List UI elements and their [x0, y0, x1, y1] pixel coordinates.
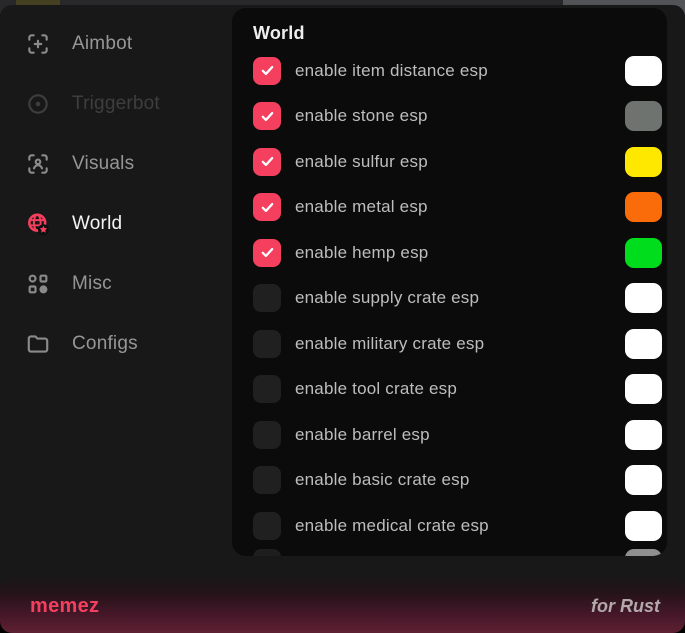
crosshair-icon: [25, 31, 51, 57]
folder-icon: [25, 331, 51, 357]
footer-bar: memez for Rust: [0, 575, 685, 633]
sidebar-nav: Aimbot Triggerbot Visuals World Misc Configs: [0, 9, 232, 374]
esp-row: enable stone esp: [232, 94, 667, 140]
color-swatch[interactable]: [625, 56, 662, 86]
sidebar-item-label: Triggerbot: [72, 93, 160, 115]
sidebar-item-visuals[interactable]: Visuals: [0, 134, 232, 194]
esp-row: enable item distance esp: [232, 48, 667, 94]
esp-option-label: enable military crate esp: [295, 334, 625, 354]
sidebar-item-configs[interactable]: Configs: [0, 314, 232, 374]
world-panel: World enable item distance esp enable sto…: [232, 8, 667, 556]
checkbox[interactable]: [253, 284, 281, 312]
esp-row: enable medical crate esp: [232, 503, 667, 549]
checkbox[interactable]: [253, 375, 281, 403]
sidebar-item-label: World: [72, 213, 122, 235]
esp-option-label: enable basic crate esp: [295, 470, 625, 490]
checkbox[interactable]: [253, 330, 281, 358]
checkbox[interactable]: [253, 102, 281, 130]
checkbox[interactable]: [253, 421, 281, 449]
color-swatch[interactable]: [625, 511, 662, 541]
person-scan-icon: [25, 151, 51, 177]
esp-option-label: enable hemp esp: [295, 243, 625, 263]
sidebar-item-label: Configs: [72, 333, 138, 355]
checkbox[interactable]: [253, 57, 281, 85]
esp-row: enable hemp esp: [232, 230, 667, 276]
screen: AimbotTriggerbotVisualsWorldMiscConfigs …: [0, 0, 685, 633]
color-swatch[interactable]: [625, 147, 662, 177]
brand-label: memez: [30, 591, 99, 618]
esp-option-label: enable tool crate esp: [295, 379, 625, 399]
esp-row: enable military crate esp: [232, 321, 667, 367]
checkbox[interactable]: [253, 549, 281, 557]
sidebar-item-label: Visuals: [72, 153, 134, 175]
sidebar-item-aimbot[interactable]: Aimbot: [0, 14, 232, 74]
tagline-label: for Rust: [591, 592, 660, 617]
esp-option-label: enable item distance esp: [295, 61, 625, 81]
globe-star-icon: [25, 211, 51, 237]
esp-row: enable barrel esp: [232, 412, 667, 458]
esp-option-label: enable metal esp: [295, 197, 625, 217]
checkbox[interactable]: [253, 512, 281, 540]
checkbox[interactable]: [253, 193, 281, 221]
color-swatch[interactable]: [625, 329, 662, 359]
sidebar-item-misc[interactable]: Misc: [0, 254, 232, 314]
color-swatch[interactable]: [625, 420, 662, 450]
color-swatch[interactable]: [625, 465, 662, 495]
color-swatch[interactable]: [625, 549, 662, 557]
sidebar-item-world[interactable]: World: [0, 194, 232, 254]
esp-option-label: enable supply crate esp: [295, 288, 625, 308]
esp-option-label: enable barrel esp: [295, 425, 625, 445]
esp-option-label: enable medical crate esp: [295, 516, 625, 536]
esp-row: enable metal esp: [232, 185, 667, 231]
panel-title: World: [253, 21, 667, 45]
checkbox[interactable]: [253, 466, 281, 494]
color-swatch[interactable]: [625, 101, 662, 131]
color-swatch[interactable]: [625, 238, 662, 268]
esp-options-list: enable item distance esp enable stone esp…: [232, 48, 667, 549]
sidebar-item-triggerbot[interactable]: Triggerbot: [0, 74, 232, 134]
esp-row: enable sulfur esp: [232, 139, 667, 185]
esp-row: enable supply crate esp: [232, 276, 667, 322]
sidebar-item-label: Misc: [72, 273, 112, 295]
cheat-menu-window: AimbotTriggerbotVisualsWorldMiscConfigs …: [0, 5, 685, 633]
esp-row-cutoff: [232, 549, 667, 557]
checkbox[interactable]: [253, 239, 281, 267]
color-swatch[interactable]: [625, 374, 662, 404]
shapes-grid-icon: [25, 271, 51, 297]
sidebar-item-label: Aimbot: [72, 33, 132, 55]
esp-row: enable tool crate esp: [232, 367, 667, 413]
esp-row: enable basic crate esp: [232, 458, 667, 504]
color-swatch[interactable]: [625, 192, 662, 222]
checkbox[interactable]: [253, 148, 281, 176]
esp-option-label: enable sulfur esp: [295, 152, 625, 172]
color-swatch[interactable]: [625, 283, 662, 313]
circle-dot-icon: [25, 91, 51, 117]
esp-option-label: enable stone esp: [295, 106, 625, 126]
